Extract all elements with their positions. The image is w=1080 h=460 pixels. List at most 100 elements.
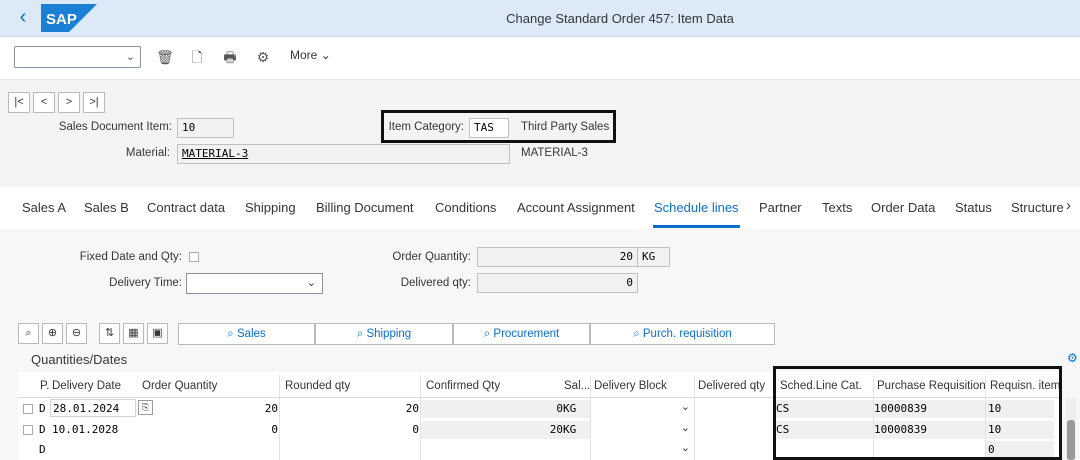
table-settings-icon[interactable]: ⚙ xyxy=(1067,351,1078,365)
order-qty-field[interactable]: 20 xyxy=(477,247,638,267)
tab-shipping[interactable]: Shipping xyxy=(245,200,296,215)
fixed-date-label: Fixed Date and Qty: xyxy=(79,251,182,263)
shipping-button-label: Shipping xyxy=(366,328,412,340)
tab-conditions[interactable]: Conditions xyxy=(435,200,496,215)
col-divider xyxy=(279,375,280,460)
procurement-button[interactable]: ⌕ Procurement xyxy=(453,323,590,345)
document-icon[interactable]: 🗋 xyxy=(187,47,207,67)
cell-delivery-date[interactable]: 28.01.2024 xyxy=(50,399,136,417)
tab-structure[interactable]: Structure xyxy=(1011,200,1064,215)
search-icon: ⌕ xyxy=(483,328,491,340)
col-p[interactable]: P. xyxy=(40,375,49,397)
delivered-qty-field[interactable]: 0 xyxy=(477,273,638,293)
tabs-scroll-right-icon[interactable]: › xyxy=(1066,197,1071,214)
tab-account-assignment[interactable]: Account Assignment xyxy=(517,200,635,215)
layout-icon[interactable]: ▣ xyxy=(147,323,168,344)
more-label: More xyxy=(290,48,318,62)
cell-p: D xyxy=(39,443,46,456)
tab-status[interactable]: Status xyxy=(955,200,992,215)
sales-button[interactable]: ⌕ Sales xyxy=(178,323,315,345)
tab-partner[interactable]: Partner xyxy=(759,200,802,215)
table-scrollbar[interactable] xyxy=(1066,398,1076,460)
sales-button-label: Sales xyxy=(236,328,266,340)
order-qty-unit[interactable]: KG xyxy=(637,247,670,267)
procurement-button-label: Procurement xyxy=(493,328,560,340)
sales-doc-item-field[interactable]: 10 xyxy=(177,118,234,138)
col-sal[interactable]: Sal... xyxy=(564,375,590,397)
settings-icon[interactable]: ⚙ xyxy=(253,47,273,67)
material-label: Material: xyxy=(125,147,170,159)
zoom-out-icon[interactable]: ⊖ xyxy=(66,323,87,344)
copy-icon[interactable]: ⎘ xyxy=(138,400,153,415)
tab-schedule-lines[interactable]: Schedule lines xyxy=(654,200,739,215)
print-icon[interactable]: 🖶 xyxy=(220,47,240,67)
chevron-down-icon: ⌄ xyxy=(680,442,690,454)
delivery-block-select[interactable]: ⌄ xyxy=(591,421,694,439)
material-field[interactable]: MATERIAL-3 xyxy=(177,144,510,164)
search-icon: ⌕ xyxy=(227,328,234,340)
cell-unit: KG xyxy=(563,400,590,418)
first-item-button[interactable]: |< xyxy=(8,92,30,113)
cell-delivery-date[interactable]: 10.01.2028 xyxy=(52,421,138,439)
delivery-block-select[interactable]: ⌄ xyxy=(591,441,694,459)
search-icon: ⌕ xyxy=(356,328,364,340)
purch-req-button[interactable]: ⌕ Purch. requisition xyxy=(590,323,775,345)
more-button[interactable]: More ⌄ xyxy=(290,48,331,62)
command-select[interactable]: ⌄ xyxy=(14,46,141,68)
cell-p: D xyxy=(39,423,46,436)
window-title: Change Standard Order 457: Item Data xyxy=(506,11,734,26)
material-text: MATERIAL-3 xyxy=(521,147,588,159)
sales-doc-item-label: Sales Document Item: xyxy=(58,121,172,133)
tab-texts[interactable]: Texts xyxy=(822,200,852,215)
fixed-date-checkbox[interactable] xyxy=(189,252,199,262)
last-item-button[interactable]: >| xyxy=(83,92,105,113)
active-tab-indicator xyxy=(653,225,740,228)
tab-billing-document[interactable]: Billing Document xyxy=(316,200,414,215)
chevron-down-icon: ⌄ xyxy=(125,51,135,63)
row-select-checkbox[interactable] xyxy=(23,404,33,414)
cell-order-qty[interactable]: 20 xyxy=(155,400,278,418)
grid-icon[interactable]: ▦ xyxy=(123,323,144,344)
delete-icon[interactable]: 🗑 xyxy=(155,47,175,67)
item-category-highlight xyxy=(381,110,616,143)
col-delivery-date[interactable]: Delivery Date xyxy=(52,375,121,397)
row-select-checkbox[interactable] xyxy=(23,425,33,435)
chevron-down-icon: ⌄ xyxy=(680,401,690,413)
cell-rounded-qty: 20 xyxy=(405,402,419,415)
col-divider xyxy=(694,375,695,460)
zoom-icon[interactable]: ⌕ xyxy=(18,323,39,344)
tab-order-data[interactable]: Order Data xyxy=(871,200,935,215)
cell-p: D xyxy=(39,402,46,415)
col-order-qty[interactable]: Order Quantity xyxy=(142,375,217,397)
delivery-block-select[interactable]: ⌄ xyxy=(591,400,694,418)
section-title: Quantities/Dates xyxy=(31,352,128,367)
delivery-time-select[interactable]: ⌄ xyxy=(186,273,323,294)
tab-sales-b[interactable]: Sales B xyxy=(84,200,129,215)
schedule-line-highlight xyxy=(773,366,1062,460)
tab-contract-data[interactable]: Contract data xyxy=(147,200,225,215)
delivered-qty-label: Delivered qty: xyxy=(400,277,471,289)
cell-rounded-qty: 0 xyxy=(412,423,419,436)
zoom-in-icon[interactable]: ⊕ xyxy=(42,323,63,344)
col-delivered-qty[interactable]: Delivered qty xyxy=(698,375,765,397)
col-delivery-block[interactable]: Delivery Block xyxy=(594,375,667,397)
col-confirmed-qty[interactable]: Confirmed Qty xyxy=(426,375,500,397)
previous-item-button[interactable]: < xyxy=(33,92,55,113)
cell-order-qty[interactable]: 0 xyxy=(155,421,278,439)
cell-confirmed-qty: 0 xyxy=(421,400,563,418)
next-item-button[interactable]: > xyxy=(58,92,80,113)
shipping-button[interactable]: ⌕ Shipping xyxy=(315,323,453,345)
purch-req-button-label: Purch. requisition xyxy=(642,328,732,340)
delivery-time-label: Delivery Time: xyxy=(109,277,182,289)
chevron-down-icon: ⌄ xyxy=(306,277,316,289)
tab-sales-a[interactable]: Sales A xyxy=(22,200,66,215)
search-icon: ⌕ xyxy=(633,328,640,340)
scrollbar-thumb[interactable] xyxy=(1067,420,1075,460)
col-rounded-qty[interactable]: Rounded qty xyxy=(285,375,350,397)
chevron-down-icon: ⌄ xyxy=(680,422,690,434)
cell-confirmed-qty: 20 xyxy=(421,421,563,439)
chevron-down-icon: ⌄ xyxy=(320,48,331,62)
cell-unit: KG xyxy=(563,421,590,439)
sort-icon[interactable]: ⇅ xyxy=(99,323,120,344)
order-qty-label: Order Quantity: xyxy=(392,251,471,263)
